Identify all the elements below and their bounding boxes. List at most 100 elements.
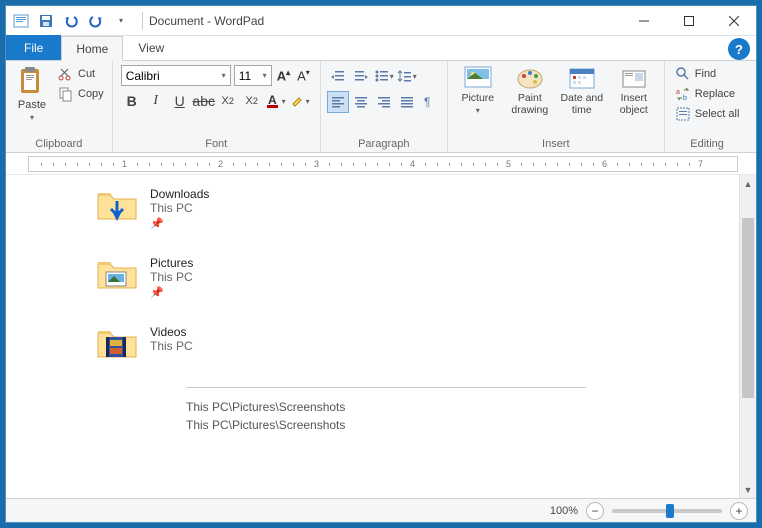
scroll-up-icon[interactable]: ▲ xyxy=(740,175,756,192)
home-tab[interactable]: Home xyxy=(61,36,123,61)
font-name-combo[interactable]: Calibri▾ xyxy=(121,65,231,86)
insert-object-button[interactable]: Insert object xyxy=(608,65,660,116)
ruler-tick: 2 xyxy=(218,159,223,169)
date-time-button[interactable]: Date and time xyxy=(556,65,608,116)
copy-label: Copy xyxy=(78,88,104,100)
copy-button[interactable]: Copy xyxy=(54,85,108,103)
vertical-scrollbar[interactable]: ▲ ▼ xyxy=(739,175,756,498)
clipboard-group: Paste ▾ Cut Copy Clipboard xyxy=(6,61,113,152)
qat-dropdown-icon[interactable]: ▾ xyxy=(110,10,132,32)
picture-icon xyxy=(463,65,493,91)
justify-icon[interactable] xyxy=(396,91,418,113)
align-center-icon[interactable] xyxy=(350,91,372,113)
ruler-tick: 7 xyxy=(698,159,703,169)
align-right-icon[interactable] xyxy=(373,91,395,113)
highlight-button[interactable]: ▾ xyxy=(289,90,311,112)
app-icon xyxy=(10,10,32,32)
paste-label: Paste xyxy=(18,99,46,111)
replace-button[interactable]: ab Replace xyxy=(671,85,744,103)
ruler-tick: 3 xyxy=(314,159,319,169)
clipboard-label: Clipboard xyxy=(10,136,108,152)
ruler-tick: 1 xyxy=(122,159,127,169)
svg-text:¶: ¶ xyxy=(424,95,430,109)
undo-icon[interactable] xyxy=(60,10,82,32)
paragraph-group: ▾ ▾ ¶ Paragraph xyxy=(321,61,448,152)
scissors-icon xyxy=(58,66,74,82)
increase-indent-icon[interactable] xyxy=(350,65,372,87)
ribbon: Paste ▾ Cut Copy Clipboard xyxy=(6,61,756,153)
find-button[interactable]: Find xyxy=(671,65,744,83)
decrease-indent-icon[interactable] xyxy=(327,65,349,87)
svg-text:b: b xyxy=(683,95,687,102)
folder-text: PicturesThis PC📌 xyxy=(150,256,193,299)
scroll-thumb[interactable] xyxy=(742,218,754,398)
document-content[interactable]: DownloadsThis PC📌PicturesThis PC📌VideosT… xyxy=(6,175,739,498)
redo-icon[interactable] xyxy=(85,10,107,32)
svg-text:a: a xyxy=(676,89,680,96)
align-left-icon[interactable] xyxy=(327,91,349,113)
picture-button[interactable]: Picture▾ xyxy=(452,65,504,116)
paint-drawing-button[interactable]: Paint drawing xyxy=(504,65,556,116)
line-spacing-icon[interactable]: ▾ xyxy=(396,65,418,87)
folder-icon xyxy=(96,256,138,292)
font-size-combo[interactable]: 11▾ xyxy=(234,65,272,86)
editing-label: Editing xyxy=(669,136,746,152)
zoom-in-button[interactable]: + xyxy=(730,502,748,520)
title-separator xyxy=(142,12,143,30)
paste-button[interactable]: Paste ▾ xyxy=(10,63,54,122)
superscript-button[interactable]: X2 xyxy=(241,90,263,112)
cut-button[interactable]: Cut xyxy=(54,65,108,83)
italic-button[interactable]: I xyxy=(145,90,167,112)
folder-name: Videos xyxy=(150,325,193,339)
zoom-out-button[interactable]: − xyxy=(586,502,604,520)
folder-item: PicturesThis PC📌 xyxy=(96,256,719,299)
ruler-tick: 5 xyxy=(506,159,511,169)
font-label: Font xyxy=(117,136,316,152)
view-tab[interactable]: View xyxy=(123,35,179,60)
grow-font-icon[interactable]: A▴ xyxy=(275,68,292,83)
bullets-icon[interactable]: ▾ xyxy=(373,65,395,87)
ruler[interactable]: 1 2 3 4 5 6 7 xyxy=(6,153,756,175)
copy-icon xyxy=(58,86,74,102)
select-all-button[interactable]: Select all xyxy=(671,105,744,123)
object-icon xyxy=(619,65,649,91)
zoom-slider[interactable] xyxy=(612,509,722,513)
maximize-button[interactable] xyxy=(666,6,711,36)
insert-label: Insert xyxy=(452,136,660,152)
path-text: This PC\Pictures\Screenshots xyxy=(186,418,719,432)
paragraph-dialog-icon[interactable]: ¶ xyxy=(419,91,441,113)
svg-text:A: A xyxy=(268,93,277,107)
folder-location: This PC xyxy=(150,270,193,284)
cut-label: Cut xyxy=(78,68,95,80)
minimize-button[interactable] xyxy=(621,6,666,36)
folder-location: This PC xyxy=(150,201,209,215)
window-title: Document - WordPad xyxy=(149,14,264,28)
ruler-tick: 6 xyxy=(602,159,607,169)
app-window: ▾ Document - WordPad File Home View ? Pa… xyxy=(5,5,757,523)
ribbon-tabs: File Home View ? xyxy=(6,36,756,61)
ruler-tick: 4 xyxy=(410,159,415,169)
folder-icon xyxy=(96,325,138,361)
folder-name: Downloads xyxy=(150,187,209,201)
subscript-button[interactable]: X2 xyxy=(217,90,239,112)
paragraph-label: Paragraph xyxy=(325,136,443,152)
shrink-font-icon[interactable]: A▾ xyxy=(295,68,312,83)
file-tab[interactable]: File xyxy=(6,35,61,60)
close-button[interactable] xyxy=(711,6,756,36)
titlebar: ▾ Document - WordPad xyxy=(6,6,756,36)
bold-button[interactable]: B xyxy=(121,90,143,112)
find-icon xyxy=(675,66,691,82)
palette-icon xyxy=(515,65,545,91)
folder-location: This PC xyxy=(150,339,193,353)
save-icon[interactable] xyxy=(35,10,57,32)
strikethrough-button[interactable]: abc xyxy=(193,90,215,112)
help-icon[interactable]: ? xyxy=(728,38,750,60)
underline-button[interactable]: U xyxy=(169,90,191,112)
status-bar: 100% − + xyxy=(6,498,756,522)
zoom-slider-thumb[interactable] xyxy=(666,504,674,518)
font-color-button[interactable]: A▾ xyxy=(265,90,287,112)
font-group: Calibri▾ 11▾ A▴ A▾ B I U abc X2 X2 A▾ ▾ xyxy=(113,61,321,152)
scroll-down-icon[interactable]: ▼ xyxy=(740,481,756,498)
document-area: DownloadsThis PC📌PicturesThis PC📌VideosT… xyxy=(6,175,756,498)
window-controls xyxy=(621,6,756,36)
